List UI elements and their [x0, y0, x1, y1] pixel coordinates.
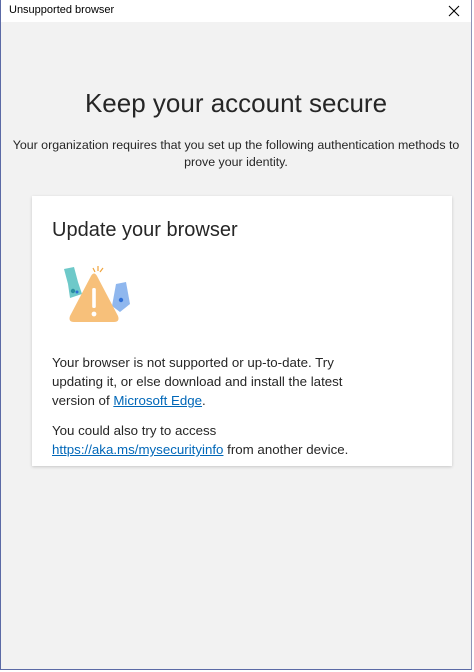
page-title: Keep your account secure	[84, 88, 388, 118]
mysecurityinfo-link[interactable]: https://aka.ms/mysecurityinfo	[52, 442, 223, 457]
microsoft-edge-link[interactable]: Microsoft Edge	[113, 393, 202, 408]
page-content: Keep your account secure Your organizati…	[1, 22, 471, 669]
close-button[interactable]	[445, 2, 463, 20]
window-title: Unsupported browser	[9, 4, 115, 16]
dialog-window: Unsupported browser Keep your account se…	[0, 0, 472, 670]
update-browser-card: Update your browser Your browser is not …	[32, 196, 452, 466]
page-subtitle: Your organization requires that you set …	[12, 138, 460, 169]
title-bar: Unsupported browser	[1, 0, 471, 22]
unsupported-message-end: .	[202, 393, 206, 408]
alternative-message-text: You could also try to access	[52, 423, 217, 438]
alternative-message-end: from another device.	[223, 442, 349, 457]
warning-illustration-icon	[64, 266, 130, 322]
card-title: Update your browser	[52, 219, 238, 241]
unsupported-message: Your browser is not supported or up-to-d…	[52, 353, 372, 410]
close-icon	[448, 5, 460, 17]
alternative-message: You could also try to access https://aka…	[52, 421, 382, 459]
